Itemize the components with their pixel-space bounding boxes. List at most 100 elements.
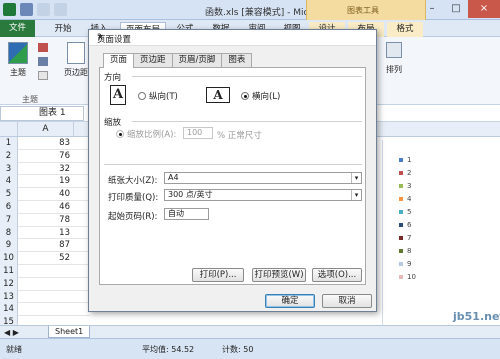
row-number[interactable]: 7 [0, 213, 18, 227]
save-icon[interactable] [20, 3, 33, 16]
cell-value[interactable]: 52 [18, 252, 74, 265]
tab-file[interactable]: 文件 [0, 20, 35, 37]
landscape-label: 横向(L) [252, 92, 281, 102]
scale-suffix: % 正常尺寸 [217, 131, 262, 141]
cancel-button[interactable]: 取消 [322, 294, 372, 308]
row-number[interactable]: 9 [0, 239, 18, 253]
table-row: 3 32 [0, 162, 90, 176]
row-number[interactable]: 4 [0, 175, 18, 189]
chevron-down-icon: ▾ [351, 173, 361, 183]
cell-value[interactable]: 40 [18, 188, 74, 201]
paper-size-select[interactable]: A4 ▾ [164, 172, 362, 184]
formula-input[interactable] [360, 106, 500, 121]
ok-button[interactable]: 确定 [265, 294, 315, 308]
cell-value[interactable]: 46 [18, 201, 74, 214]
scale-option-label: 缩放比例(A): [127, 130, 177, 140]
tab-home[interactable]: 开始 [48, 22, 78, 37]
maximize-button[interactable]: □ [444, 0, 468, 18]
options-button[interactable]: 选项(O)... [312, 268, 362, 282]
row-number[interactable]: 14 [0, 303, 18, 317]
cell-value[interactable]: 32 [18, 163, 74, 176]
table-row: 9 87 [0, 239, 90, 253]
tab-margins[interactable]: 页边距 [133, 53, 173, 67]
scale-input[interactable]: 100 [183, 127, 213, 139]
row-number[interactable]: 5 [0, 188, 18, 201]
tab-page[interactable]: 页面 [103, 53, 135, 68]
cell-value[interactable]: 83 [18, 137, 74, 150]
arrange-button[interactable]: 排列 [386, 42, 402, 75]
table-row: 14 [0, 303, 90, 317]
row-number[interactable]: 8 [0, 226, 18, 240]
title-bar: 函数.xls [兼容模式] - Microsoft Excel 图表工具 – □… [0, 0, 500, 20]
minimize-button[interactable]: – [420, 0, 444, 18]
row-number[interactable]: 1 [0, 137, 18, 150]
portrait-page-icon: A [110, 85, 126, 105]
table-row: 8 13 [0, 226, 90, 240]
tab-chart[interactable]: 图表 [221, 53, 253, 67]
window-controls: – □ × [420, 0, 500, 18]
table-row: 1 83 [0, 137, 90, 150]
cell-value[interactable]: 78 [18, 214, 74, 227]
margins-label: 页边距 [64, 68, 88, 77]
select-all-corner[interactable] [0, 122, 18, 137]
row-number[interactable]: 3 [0, 162, 18, 176]
row-number[interactable]: 11 [0, 264, 18, 278]
redo-icon[interactable] [54, 3, 67, 16]
table-row: 4 19 [0, 175, 90, 189]
row-number[interactable]: 2 [0, 149, 18, 163]
themes-label: 主题 [10, 68, 26, 77]
theme-colors-icon[interactable] [38, 43, 48, 52]
landscape-radio-circle [241, 92, 249, 100]
dialog-tabs: 页面 页边距 页眉/页脚 图表 [103, 53, 253, 68]
cell-value[interactable]: 87 [18, 239, 74, 252]
quick-access-toolbar [3, 3, 67, 16]
chart-area[interactable]: 1 2 3 4 5 6 7 8 9 10 jb51.net [382, 140, 500, 338]
first-page-input[interactable]: 自动 [164, 208, 209, 220]
cell-value[interactable]: 13 [18, 227, 74, 240]
status-count: 计数: 50 [222, 345, 254, 354]
cell-value[interactable]: 19 [18, 175, 74, 188]
status-average: 平均值: 54.52 [142, 345, 195, 354]
first-page-value: 自动 [168, 209, 184, 218]
table-row: 11 [0, 264, 90, 278]
table-row: 2 76 [0, 149, 90, 163]
excel-logo-icon [3, 3, 16, 16]
row-number[interactable]: 12 [0, 277, 18, 291]
name-box[interactable]: 图表 1 [0, 106, 84, 121]
table-row: 7 78 [0, 213, 90, 227]
scaling-separator [132, 121, 362, 122]
row-number[interactable]: 10 [0, 252, 18, 265]
sheet-rows: 1 83 2 76 3 32 4 19 5 40 6 46 7 78 8 13 9 87 10 52 11 12 13 14 1… [0, 137, 90, 329]
theme-fonts-icon[interactable] [38, 57, 48, 66]
landscape-radio[interactable]: 横向(L) [241, 90, 280, 102]
row-number[interactable]: 6 [0, 200, 18, 214]
sheet-tab[interactable]: Sheet1 [48, 326, 91, 338]
themes-button[interactable]: 主题 [8, 42, 28, 78]
column-header-a[interactable]: A [18, 122, 74, 137]
print-button[interactable]: 打印(P)... [192, 268, 244, 282]
tab-header-footer[interactable]: 页眉/页脚 [171, 53, 223, 67]
undo-icon[interactable] [37, 3, 50, 16]
scale-percent-radio[interactable]: 缩放比例(A): [116, 128, 176, 140]
margins-button[interactable]: 页边距 [64, 42, 88, 78]
orientation-separator [132, 76, 362, 77]
dialog-close-button[interactable]: × [97, 33, 104, 43]
portrait-radio-circle [138, 92, 146, 100]
theme-effects-icon[interactable] [38, 71, 48, 80]
print-preview-button[interactable]: 打印预览(W) [252, 268, 306, 282]
close-window-button[interactable]: × [468, 0, 500, 18]
cell-value[interactable]: 76 [18, 150, 74, 163]
context-tab-label: 图表工具 [347, 6, 379, 15]
sheet-tab-bar: ◀ ▶ Sheet1 [0, 325, 500, 338]
paper-separator [104, 164, 362, 165]
arrange-label: 排列 [386, 65, 402, 74]
margins-icon [67, 42, 85, 64]
sheet-nav-icon[interactable]: ◀ ▶ [4, 328, 19, 337]
context-tab-group: 图表工具 [306, 0, 426, 20]
portrait-radio[interactable]: 纵向(T) [138, 90, 178, 102]
orientation-label: 方向 [104, 73, 122, 83]
arrange-icon [386, 42, 402, 58]
print-quality-select[interactable]: 300 点/英寸 ▾ [164, 189, 362, 201]
tab-format[interactable]: 格式 [387, 22, 423, 37]
row-number[interactable]: 13 [0, 290, 18, 304]
